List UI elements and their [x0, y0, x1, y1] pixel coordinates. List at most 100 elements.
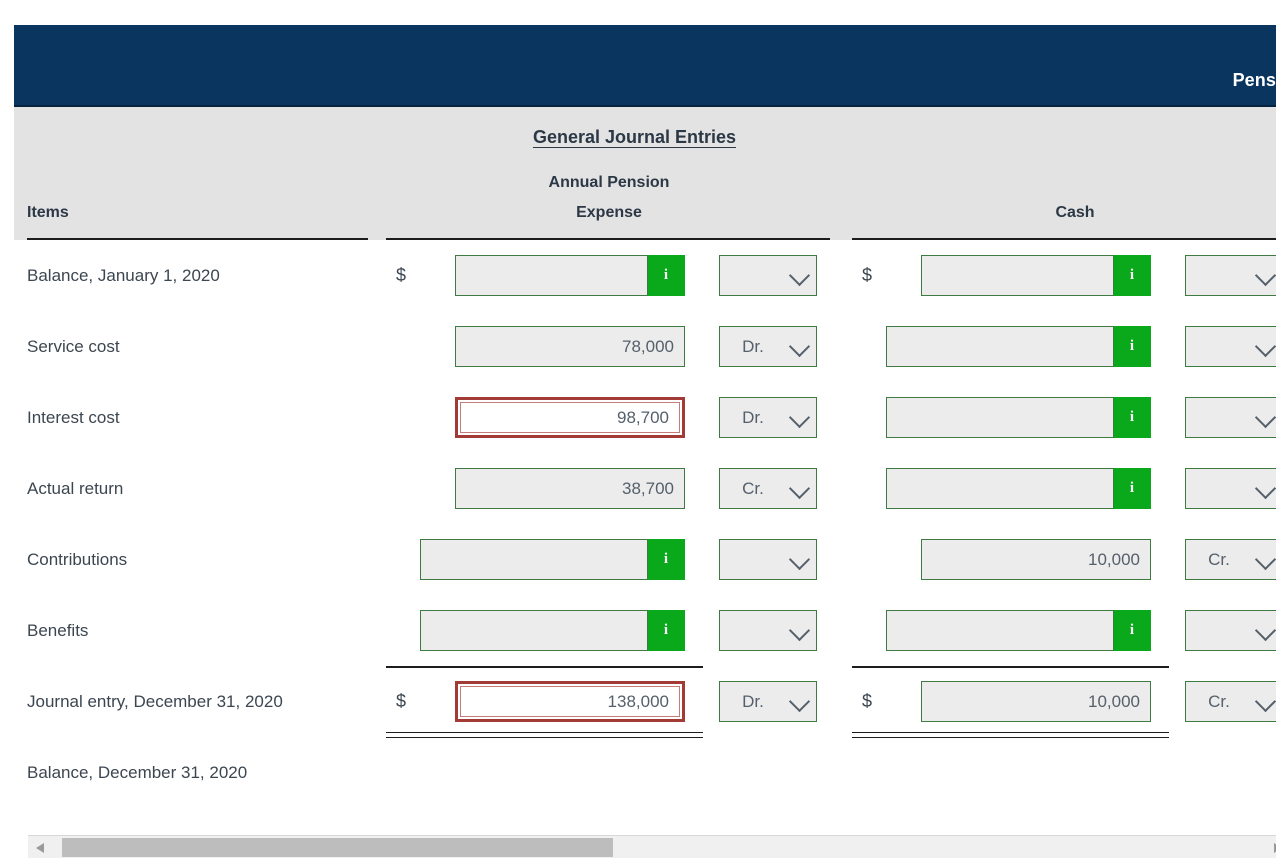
- pension-worksheet-app: Pens General Journal Entries Items Annua…: [14, 25, 1276, 858]
- chevron-down-icon: [1254, 264, 1276, 286]
- dr-cr-select-ape[interactable]: [719, 539, 817, 580]
- info-icon[interactable]: i: [648, 539, 685, 580]
- amount-input-ape[interactable]: [460, 402, 680, 433]
- dr-cr-select-cash[interactable]: Cr.: [1185, 681, 1276, 722]
- table-row: Contributions i Cr.: [14, 524, 1276, 595]
- dr-cr-select-ape[interactable]: [719, 255, 817, 296]
- dr-cr-select-ape[interactable]: Dr.: [719, 326, 817, 367]
- info-icon[interactable]: i: [1114, 397, 1151, 438]
- row-label: Balance, January 1, 2020: [27, 266, 220, 285]
- row-label: Balance, December 31, 2020: [27, 763, 248, 782]
- info-icon[interactable]: i: [648, 610, 685, 651]
- info-icon[interactable]: i: [1114, 468, 1151, 509]
- cell-group-cash: i: [852, 453, 1276, 524]
- table-row: Benefits i i: [14, 595, 1276, 666]
- chevron-down-icon: [788, 619, 811, 641]
- row-label: Benefits: [27, 621, 89, 640]
- dr-cr-select-value: Dr.: [742, 337, 764, 356]
- cell-group-cash: $ Cr.: [852, 666, 1276, 737]
- horizontal-scrollbar[interactable]: [28, 835, 1276, 858]
- info-icon[interactable]: i: [1114, 255, 1151, 296]
- amount-input-cash[interactable]: [886, 468, 1114, 509]
- amount-input-ape[interactable]: [420, 539, 648, 580]
- dr-cr-select-ape[interactable]: Dr.: [719, 681, 817, 722]
- cell-group-ape: Cr.: [386, 453, 830, 524]
- amount-input-cash[interactable]: [921, 539, 1151, 580]
- chevron-down-icon: [788, 264, 811, 286]
- dr-cr-select-value: Cr.: [1208, 692, 1230, 711]
- amount-input-ape[interactable]: [420, 610, 648, 651]
- dr-cr-select-cash[interactable]: [1185, 326, 1276, 367]
- window-title: Pens: [1232, 70, 1276, 90]
- chevron-down-icon: [1254, 477, 1276, 499]
- cell-group-ape: Dr.: [386, 382, 830, 453]
- amount-cell-ape: i: [455, 255, 685, 296]
- row-label: Actual return: [27, 479, 124, 498]
- amount-input-ape[interactable]: [455, 255, 648, 296]
- amount-input-cash[interactable]: [921, 681, 1151, 722]
- column-header-items: Items: [27, 204, 69, 221]
- cell-group-ape: $ Dr.: [386, 666, 830, 737]
- amount-cell-cash: i: [886, 326, 1151, 367]
- row-label: Journal entry, December 31, 2020: [27, 692, 283, 711]
- chevron-down-icon: [1254, 406, 1276, 428]
- amount-input-cash[interactable]: [921, 255, 1114, 296]
- dr-cr-select-cash[interactable]: [1185, 397, 1276, 438]
- chevron-down-icon: [788, 690, 811, 712]
- currency-symbol: $: [396, 265, 407, 285]
- table-row: Service cost Dr. i: [14, 311, 1276, 382]
- amount-cell-ape: [455, 681, 685, 722]
- dr-cr-select-cash[interactable]: Cr.: [1185, 539, 1276, 580]
- amount-cell-ape: [455, 326, 685, 367]
- row-label: Contributions: [27, 550, 128, 569]
- table-header-band: General Journal Entries Items Annual Pen…: [14, 107, 1276, 240]
- cell-group-cash: i: [852, 311, 1276, 382]
- dr-cr-select-value: Dr.: [742, 692, 764, 711]
- dr-cr-select-cash[interactable]: [1185, 468, 1276, 509]
- total-rule-top: [852, 666, 1169, 668]
- column-header-line-2: Expense: [576, 204, 642, 221]
- chevron-down-icon: [1254, 335, 1276, 357]
- dr-cr-select-value: Cr.: [742, 479, 764, 498]
- amount-cell-cash: [921, 539, 1151, 580]
- amount-input-cash[interactable]: [886, 397, 1114, 438]
- amount-cell-cash: i: [886, 610, 1151, 651]
- dr-cr-select-cash[interactable]: [1185, 610, 1276, 651]
- amount-input-cash[interactable]: [886, 610, 1114, 651]
- info-icon[interactable]: i: [648, 255, 685, 296]
- dr-cr-select-cash[interactable]: [1185, 255, 1276, 296]
- cell-group-cash: i: [852, 595, 1276, 666]
- scroll-left-button[interactable]: [31, 836, 53, 858]
- worksheet-rows: Balance, January 1, 2020 $ i $ i Service cost…: [14, 240, 1276, 820]
- amount-input-cash[interactable]: [886, 326, 1114, 367]
- dr-cr-select-value: Dr.: [742, 408, 764, 427]
- chevron-down-icon: [788, 335, 811, 357]
- amount-cell-cash: i: [921, 255, 1151, 296]
- scrollbar-thumb[interactable]: [62, 838, 613, 857]
- dr-cr-select-ape[interactable]: [719, 610, 817, 651]
- table-row: Actual return Cr. i: [14, 453, 1276, 524]
- amount-cell-ape: [455, 397, 685, 438]
- dr-cr-select-ape[interactable]: Cr.: [719, 468, 817, 509]
- general-journal-entries-heading: General Journal Entries: [532, 127, 737, 147]
- scroll-right-button[interactable]: [1265, 836, 1276, 858]
- amount-input-ape[interactable]: [460, 686, 680, 717]
- info-icon[interactable]: i: [1114, 610, 1151, 651]
- info-icon[interactable]: i: [1114, 326, 1151, 367]
- dr-cr-select-ape[interactable]: Dr.: [719, 397, 817, 438]
- triangle-left-icon: [36, 843, 44, 853]
- currency-symbol: $: [862, 691, 873, 711]
- cell-group-cash: [852, 737, 1276, 808]
- amount-cell-cash: i: [886, 468, 1151, 509]
- table-row: Interest cost Dr. i: [14, 382, 1276, 453]
- amount-input-ape[interactable]: [455, 326, 685, 367]
- cell-group-ape: Dr.: [386, 311, 830, 382]
- cell-group-ape: i: [386, 524, 830, 595]
- chevron-down-icon: [788, 477, 811, 499]
- amount-input-ape[interactable]: [455, 468, 685, 509]
- chevron-down-icon: [1254, 548, 1276, 570]
- cell-group-cash: $ i: [852, 240, 1276, 311]
- chevron-down-icon: [1254, 690, 1276, 712]
- window-titlebar: Pens: [14, 25, 1276, 107]
- cell-group-cash: Cr.: [852, 524, 1276, 595]
